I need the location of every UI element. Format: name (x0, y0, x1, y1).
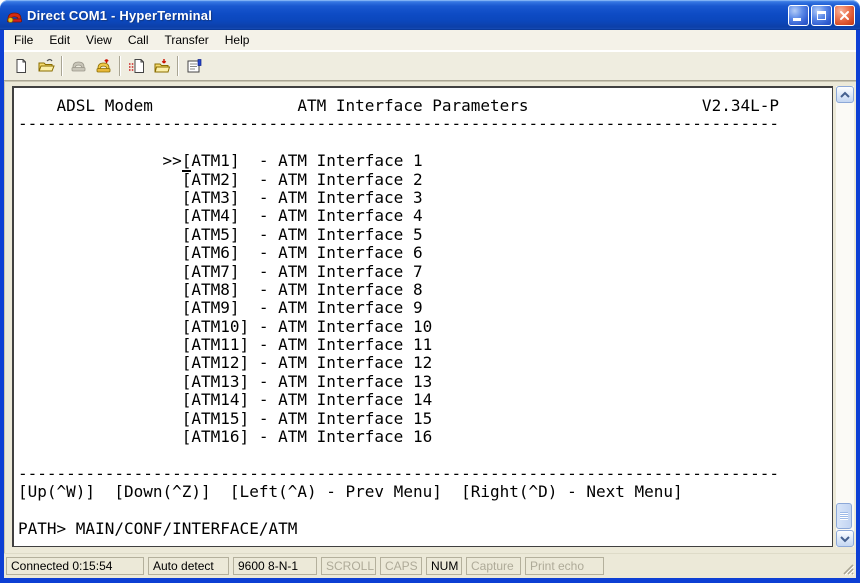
terminal-line: PATH> MAIN/CONF/INTERFACE/ATM (18, 520, 832, 538)
window-bottom-border (0, 578, 860, 583)
terminal-line (18, 502, 832, 520)
send-file-icon (128, 58, 146, 74)
thumb-grip-icon (840, 512, 848, 520)
terminal-line: [ATM15] - ATM Interface 15 (18, 410, 832, 428)
menu-edit[interactable]: Edit (41, 31, 78, 49)
terminal-screen[interactable]: ADSL Modem ATM Interface Parameters V2.3… (14, 88, 832, 538)
status-connection: Connected 0:15:54 (6, 557, 144, 575)
terminal-viewport: ADSL Modem ATM Interface Parameters V2.3… (12, 86, 833, 547)
client-area: ADSL Modem ATM Interface Parameters V2.3… (4, 81, 856, 553)
status-num-lock: NUM (426, 557, 462, 575)
call-phone-icon-disabled (70, 58, 87, 74)
new-document-icon (13, 58, 29, 74)
minimize-button[interactable] (788, 5, 809, 26)
terminal-line: [ATM2] - ATM Interface 2 (18, 171, 832, 189)
menu-transfer[interactable]: Transfer (157, 31, 217, 49)
chevron-up-icon (839, 91, 851, 99)
send-button[interactable] (124, 53, 149, 78)
status-scroll-lock: SCROLL (321, 557, 376, 575)
close-icon (839, 10, 850, 21)
toolbar-separator (177, 56, 179, 76)
vertical-scrollbar[interactable] (836, 86, 854, 547)
hyperterminal-window: Direct COM1 - HyperTerminal File Edit Vi… (0, 0, 860, 583)
menu-call[interactable]: Call (120, 31, 157, 49)
menu-file[interactable]: File (6, 31, 41, 49)
app-phone-icon[interactable] (6, 7, 23, 24)
terminal-line: [Up(^W)] [Down(^Z)] [Left(^A) - Prev Men… (18, 483, 832, 501)
chevron-down-icon (839, 535, 851, 543)
toolbar-separator (61, 56, 63, 76)
disconnect-phone-icon (95, 58, 112, 74)
terminal-line: ----------------------------------------… (18, 465, 832, 483)
maximize-icon (817, 11, 826, 20)
scrollbar-track[interactable] (836, 103, 854, 530)
scroll-up-button[interactable] (836, 86, 854, 103)
status-caps-lock: CAPS (380, 557, 422, 575)
terminal-line: [ATM3] - ATM Interface 3 (18, 189, 832, 207)
terminal-line (18, 446, 832, 464)
terminal-line: [ATM8] - ATM Interface 8 (18, 281, 832, 299)
maximize-button[interactable] (811, 5, 832, 26)
new-document-button[interactable] (8, 53, 33, 78)
terminal-line: [ATM16] - ATM Interface 16 (18, 428, 832, 446)
terminal-line (18, 134, 832, 152)
status-capture: Capture (466, 557, 521, 575)
terminal-line: [ATM7] - ATM Interface 7 (18, 263, 832, 281)
terminal-line: [ATM6] - ATM Interface 6 (18, 244, 832, 262)
status-baud-settings: 9600 8-N-1 (233, 557, 317, 575)
close-button[interactable] (834, 5, 855, 26)
terminal-line: [ATM11] - ATM Interface 11 (18, 336, 832, 354)
terminal-line: ----------------------------------------… (18, 115, 832, 133)
disconnect-button[interactable] (91, 53, 116, 78)
terminal-line: [ATM13] - ATM Interface 13 (18, 373, 832, 391)
status-print-echo: Print echo (525, 557, 604, 575)
properties-button[interactable] (182, 53, 207, 78)
terminal-line: [ATM5] - ATM Interface 5 (18, 226, 832, 244)
minimize-icon (793, 18, 801, 21)
terminal-line: [ATM10] - ATM Interface 10 (18, 318, 832, 336)
menu-help[interactable]: Help (217, 31, 258, 49)
open-button[interactable] (33, 53, 58, 78)
call-button[interactable] (66, 53, 91, 78)
menubar: File Edit View Call Transfer Help (4, 30, 856, 51)
receive-folder-icon (153, 58, 171, 74)
toolbar (4, 51, 856, 81)
titlebar[interactable]: Direct COM1 - HyperTerminal (0, 0, 860, 30)
statusbar: Connected 0:15:54 Auto detect 9600 8-N-1… (4, 553, 856, 578)
terminal-line: [ATM12] - ATM Interface 12 (18, 354, 832, 372)
terminal-line: ADSL Modem ATM Interface Parameters V2.3… (18, 97, 832, 115)
properties-icon (186, 58, 203, 74)
resize-grip[interactable] (840, 561, 855, 576)
terminal-line: >>[ATM1] - ATM Interface 1 (18, 152, 832, 170)
receive-button[interactable] (149, 53, 174, 78)
terminal-line: [ATM9] - ATM Interface 9 (18, 299, 832, 317)
window-title: Direct COM1 - HyperTerminal (27, 8, 788, 23)
scroll-down-button[interactable] (836, 530, 854, 547)
scrollbar-thumb[interactable] (836, 503, 852, 529)
status-emulation: Auto detect (148, 557, 229, 575)
menu-view[interactable]: View (78, 31, 120, 49)
open-folder-icon (37, 58, 55, 74)
toolbar-separator (119, 56, 121, 76)
terminal-line: [ATM14] - ATM Interface 14 (18, 391, 832, 409)
terminal-margin: ADSL Modem ATM Interface Parameters V2.3… (4, 81, 836, 553)
terminal-line: [ATM4] - ATM Interface 4 (18, 207, 832, 225)
